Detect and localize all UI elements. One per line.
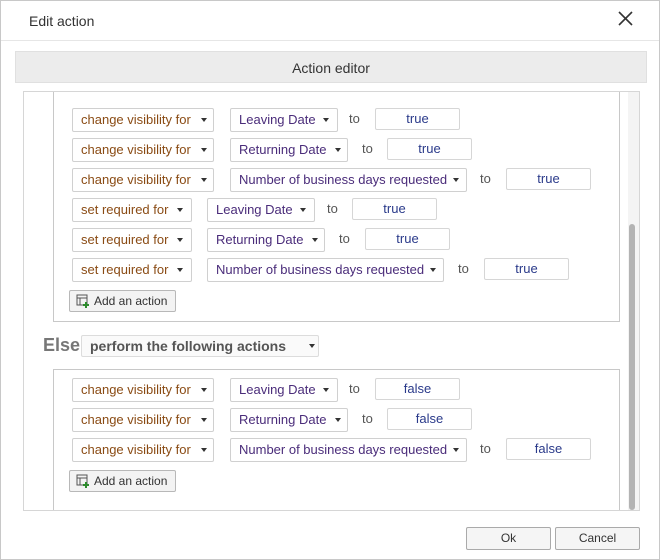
to-label: to [327, 201, 338, 216]
action-type-dropdown[interactable]: change visibility for [72, 138, 214, 162]
caret-down-icon [177, 208, 183, 212]
to-label: to [349, 111, 360, 126]
to-label: to [339, 231, 350, 246]
action-type-dropdown[interactable]: set required for [72, 198, 192, 222]
value-input[interactable]: true [365, 228, 450, 250]
caret-down-icon [323, 388, 329, 392]
field-dropdown[interactable]: Leaving Date [207, 198, 315, 222]
caret-down-icon [201, 118, 207, 122]
value-input[interactable]: true [352, 198, 437, 220]
caret-down-icon [300, 208, 306, 212]
action-type-dropdown[interactable]: change visibility for [72, 438, 214, 462]
action-type-dropdown[interactable]: change visibility for [72, 108, 214, 132]
caret-down-icon [177, 268, 183, 272]
else-keyword: Else [43, 335, 81, 355]
field-dropdown[interactable]: Number of business days requested [230, 438, 467, 462]
value-input[interactable]: false [375, 378, 460, 400]
caret-down-icon [201, 388, 207, 392]
to-label: to [362, 411, 373, 426]
cancel-button[interactable]: Cancel [555, 527, 640, 550]
to-label: to [458, 261, 469, 276]
value-input[interactable]: true [387, 138, 472, 160]
caret-down-icon [201, 418, 207, 422]
action-type-dropdown[interactable]: set required for [72, 258, 192, 282]
action-editor-header: Action editor [15, 51, 647, 83]
value-input[interactable]: false [387, 408, 472, 430]
title-bar: Edit action [1, 1, 659, 41]
caret-down-icon [335, 418, 341, 422]
edit-action-dialog: Edit action Action editor change visibil… [0, 0, 660, 560]
caret-down-icon [201, 448, 207, 452]
to-label: to [480, 441, 491, 456]
to-label: to [362, 141, 373, 156]
field-dropdown[interactable]: Returning Date [207, 228, 325, 252]
caret-down-icon [312, 238, 318, 242]
field-dropdown[interactable]: Leaving Date [230, 108, 338, 132]
caret-down-icon [323, 118, 329, 122]
scrollbar-thumb[interactable] [629, 224, 635, 510]
action-type-dropdown[interactable]: set required for [72, 228, 192, 252]
else-actions-panel: change visibility for Leaving Date to fa… [53, 369, 620, 510]
caret-down-icon [453, 178, 459, 182]
add-action-button[interactable]: Add an action [69, 290, 176, 312]
add-action-button[interactable]: Add an action [69, 470, 176, 492]
action-type-dropdown[interactable]: change visibility for [72, 408, 214, 432]
then-actions-panel: change visibility for Leaving Date to tr… [53, 92, 620, 322]
field-dropdown[interactable]: Number of business days requested [230, 168, 467, 192]
to-label: to [480, 171, 491, 186]
value-input[interactable]: true [375, 108, 460, 130]
caret-down-icon [335, 148, 341, 152]
caret-down-icon [309, 344, 315, 348]
value-input[interactable]: true [484, 258, 569, 280]
else-mode-dropdown[interactable]: perform the following actions [81, 335, 319, 357]
dialog-title: Edit action [29, 13, 95, 29]
caret-down-icon [201, 178, 207, 182]
caret-down-icon [453, 448, 459, 452]
value-input[interactable]: false [506, 438, 591, 460]
add-action-icon [76, 474, 90, 494]
ok-button[interactable]: Ok [466, 527, 551, 550]
caret-down-icon [177, 238, 183, 242]
to-label: to [349, 381, 360, 396]
action-editor-scroll-area[interactable]: change visibility for Leaving Date to tr… [23, 91, 640, 511]
action-type-dropdown[interactable]: change visibility for [72, 378, 214, 402]
field-dropdown[interactable]: Leaving Date [230, 378, 338, 402]
field-dropdown[interactable]: Returning Date [230, 408, 348, 432]
field-dropdown[interactable]: Returning Date [230, 138, 348, 162]
field-dropdown[interactable]: Number of business days requested [207, 258, 444, 282]
caret-down-icon [201, 148, 207, 152]
value-input[interactable]: true [506, 168, 591, 190]
action-type-dropdown[interactable]: change visibility for [72, 168, 214, 192]
caret-down-icon [430, 268, 436, 272]
close-button[interactable] [613, 7, 639, 31]
close-icon [618, 11, 633, 26]
add-action-icon [76, 294, 90, 314]
